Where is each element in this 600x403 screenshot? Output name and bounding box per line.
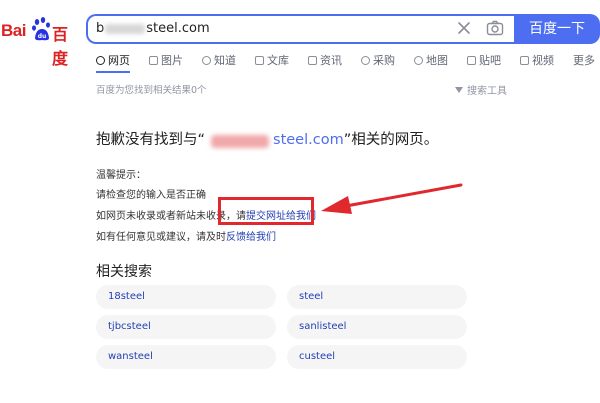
related-search-item[interactable]: 18steel: [96, 285, 276, 309]
tab-news[interactable]: 资讯: [308, 52, 342, 68]
paw-icon: du: [32, 17, 50, 41]
feedback-link[interactable]: 反馈给我们: [226, 232, 276, 243]
not-found-suffix: ”相关的网页。: [343, 132, 439, 148]
logo-chinese: 百度: [52, 25, 69, 68]
not-found-url: steel.com: [205, 132, 344, 148]
tab-video[interactable]: 视频: [520, 52, 554, 68]
logo-latin: Bai: [1, 21, 26, 40]
related-search-item[interactable]: steel: [287, 285, 467, 309]
not-found-url-visible: steel.com: [273, 132, 344, 148]
clear-icon[interactable]: [456, 20, 472, 36]
related-search-item[interactable]: custeel: [287, 345, 467, 369]
video-icon: [520, 55, 529, 65]
tab-procurement[interactable]: 采购: [361, 52, 395, 68]
redacted-text: [211, 135, 270, 148]
tab-label: 知道: [214, 54, 236, 67]
document-icon: [255, 55, 264, 65]
svg-text:du: du: [38, 33, 47, 40]
baidu-logo[interactable]: Bai du 百度: [0, 13, 78, 68]
related-search-item[interactable]: sanlisteel: [287, 315, 467, 339]
search-tools[interactable]: 搜索工具: [455, 82, 507, 97]
tip-line-3: 如有任何意见或建议，请及时反馈给我们: [96, 228, 276, 243]
tab-more[interactable]: 更多: [573, 52, 595, 68]
search-tools-label: 搜索工具: [467, 86, 507, 97]
search-icon: [96, 55, 105, 65]
annotation-highlight-box: [218, 197, 314, 225]
tab-map[interactable]: 地图: [414, 52, 448, 68]
tab-wenku[interactable]: 文库: [255, 52, 289, 68]
tab-label: 更多: [573, 54, 595, 67]
not-found-prefix: 抱歉没有找到与“: [96, 132, 206, 148]
tab-label: 视频: [532, 54, 554, 67]
tab-label: 地图: [426, 54, 448, 67]
cart-icon: [361, 55, 370, 65]
tab-label: 文库: [267, 54, 289, 67]
tab-label: 资讯: [320, 54, 342, 67]
filter-icon: [455, 86, 463, 93]
search-button[interactable]: 百度一下: [514, 14, 600, 44]
tab-images[interactable]: 图片: [149, 52, 183, 68]
active-tab-indicator: [96, 71, 130, 73]
tab-label: 网页: [108, 54, 130, 67]
redacted-text: [105, 23, 146, 34]
tab-label: 贴吧: [479, 54, 501, 67]
tab-bar: 网页 图片 知道 文库 资讯 采购 地图 贴吧 视频 更多: [96, 52, 600, 68]
tab-label: 图片: [161, 54, 183, 67]
tab-label: 采购: [373, 54, 395, 67]
search-query[interactable]: b steel.com: [96, 21, 210, 36]
result-count: 百度为您找到相关结果0个: [96, 85, 207, 96]
tips-heading: 温馨提示：: [96, 170, 146, 181]
tip-line-3-text: 如有任何意见或建议，请及时: [96, 232, 226, 243]
image-icon: [149, 55, 158, 65]
question-icon: [202, 55, 211, 65]
tip-line-1: 请检查您的输入是否正确: [96, 190, 206, 201]
news-icon: [308, 55, 317, 65]
related-search-item[interactable]: tjbcsteel: [96, 315, 276, 339]
search-query-start: b: [96, 21, 105, 36]
related-searches-title: 相关搜索: [96, 264, 152, 280]
forum-icon: [467, 55, 476, 65]
map-icon: [414, 55, 423, 65]
search-query-end: steel.com: [146, 21, 210, 36]
annotation-arrow-icon: [321, 183, 463, 214]
tab-web[interactable]: 网页: [96, 52, 130, 68]
related-search-item[interactable]: wansteel: [96, 345, 276, 369]
not-found-message: 抱歉没有找到与“ steel.com”相关的网页。: [96, 128, 438, 149]
tab-zhidao[interactable]: 知道: [202, 52, 236, 68]
camera-icon[interactable]: [486, 20, 504, 36]
tab-tieba[interactable]: 贴吧: [467, 52, 501, 68]
